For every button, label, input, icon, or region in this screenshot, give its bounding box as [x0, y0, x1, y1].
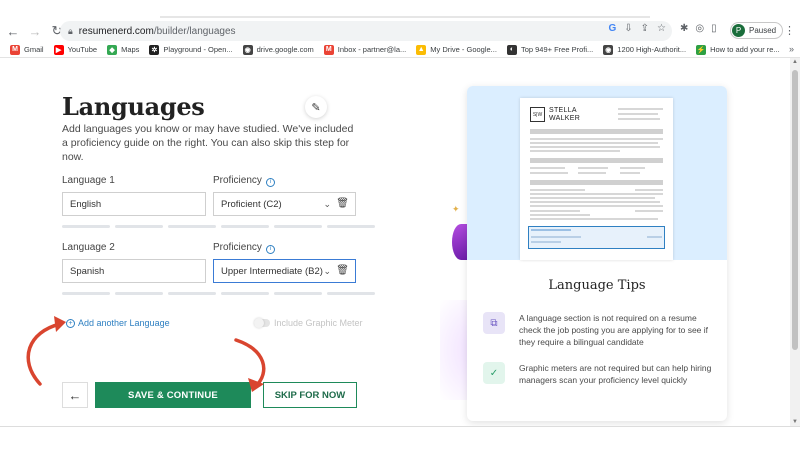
- tip-item: ⧉ A language section is not required on …: [483, 312, 715, 348]
- resume-monogram: S|W: [530, 107, 545, 122]
- scroll-down-icon[interactable]: ▼: [792, 419, 798, 425]
- tips-title: Language Tips: [548, 278, 646, 293]
- resume-language-section-highlight: [528, 226, 665, 249]
- tip-item: ✓ Graphic meters are not required but ca…: [483, 362, 715, 386]
- chat-bubbles-icon: ⧉: [483, 312, 505, 334]
- check-icon: ✓: [483, 362, 505, 384]
- scroll-thumb[interactable]: [792, 70, 798, 350]
- scroll-up-icon[interactable]: ▲: [792, 59, 798, 65]
- annotation-arrow-add-language: [26, 322, 62, 386]
- annotation-arrowhead: [54, 316, 66, 332]
- language-tips-card: S|W STELLA WALKER Language Tips ⧉ A lang…: [467, 86, 727, 421]
- footer: [0, 427, 800, 449]
- sparkle-icon: ✦: [452, 204, 460, 214]
- resume-preview[interactable]: S|W STELLA WALKER: [520, 98, 673, 260]
- page-scrollbar[interactable]: ▲ ▼: [790, 58, 800, 426]
- resume-preview-area: S|W STELLA WALKER: [467, 86, 727, 260]
- resume-name: STELLA WALKER: [549, 107, 581, 122]
